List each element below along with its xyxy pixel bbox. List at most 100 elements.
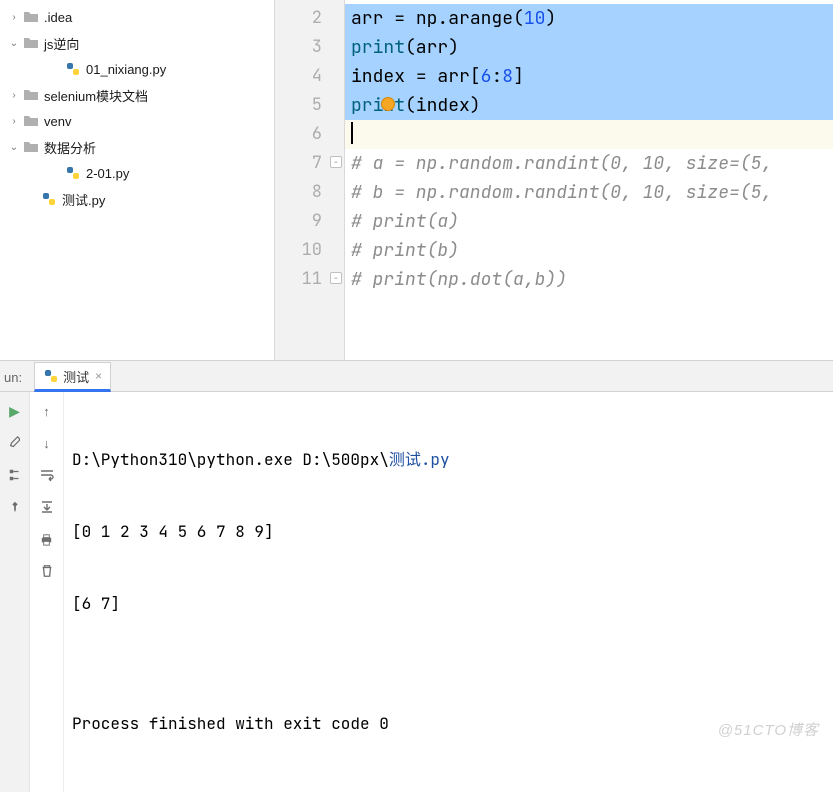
watermark: @51CTO博客: [718, 719, 819, 740]
line-number[interactable]: 5: [275, 91, 344, 120]
output-line: [6 7]: [72, 592, 825, 616]
code-content[interactable]: arr = np.arange(10)print(arr)index = arr…: [345, 0, 833, 360]
folder-icon: [22, 112, 40, 130]
code-line[interactable]: # b = np.random.randint(0, 10, size=(5,: [345, 178, 833, 207]
tree-item-label: 数据分析: [44, 138, 96, 157]
tree-item-folder[interactable]: › venv: [0, 108, 274, 134]
code-token: (: [513, 7, 524, 30]
run-toolbar-inner: ↑ ↓: [30, 392, 64, 792]
tree-item-label: 测试.py: [62, 190, 105, 209]
code-token: 8: [502, 65, 513, 88]
run-panel-label: un:: [4, 370, 32, 391]
code-token: # print(a): [351, 210, 459, 233]
code-line[interactable]: # print(a): [345, 207, 833, 236]
structure-button[interactable]: [4, 464, 26, 486]
tree-item-folder[interactable]: ⌄ js逆向: [0, 30, 274, 56]
python-icon: [43, 368, 59, 384]
settings-button[interactable]: [4, 432, 26, 454]
output-cmd-file: 测试.py: [389, 449, 450, 470]
down-button[interactable]: ↓: [36, 432, 58, 454]
expand-arrow-icon[interactable]: ›: [6, 90, 22, 101]
code-token: =: [394, 7, 405, 30]
code-token: np: [405, 7, 437, 30]
python-file-icon: [64, 164, 82, 182]
code-line[interactable]: # print(np.dot(a,b)): [345, 265, 833, 294]
fold-icon[interactable]: −: [330, 272, 342, 284]
code-token: :: [491, 65, 502, 88]
folder-icon: [22, 34, 40, 52]
tree-item-label: selenium模块文档: [44, 86, 148, 105]
tree-item-label: venv: [44, 114, 71, 129]
tree-item-folder[interactable]: › .idea: [0, 4, 274, 30]
run-header: un: 测试 ×: [0, 361, 833, 392]
code-token: # b = np.random.randint(0, 10, size=(5,: [351, 181, 772, 204]
run-tab-label: 测试: [63, 367, 89, 386]
line-number[interactable]: 8: [275, 178, 344, 207]
run-tab[interactable]: 测试 ×: [34, 362, 111, 392]
scroll-to-end-button[interactable]: [36, 496, 58, 518]
code-line[interactable]: arr = np.arange(10): [345, 4, 833, 33]
rerun-button[interactable]: ▶: [4, 400, 26, 422]
run-toolbar-left: ▶: [0, 392, 30, 792]
code-token: arange: [448, 7, 513, 30]
output-line: Process finished with exit code 0: [72, 712, 825, 736]
expand-arrow-icon[interactable]: ›: [6, 116, 22, 127]
close-icon[interactable]: ×: [95, 369, 102, 383]
intention-bulb-icon[interactable]: [381, 97, 395, 111]
tree-item-file[interactable]: ·测试.py: [0, 186, 274, 212]
line-number[interactable]: 10: [275, 236, 344, 265]
expand-arrow-icon[interactable]: ⌄: [6, 38, 22, 49]
line-number[interactable]: 2: [275, 4, 344, 33]
code-token: index: [351, 65, 416, 88]
folder-icon: [22, 138, 40, 156]
code-line[interactable]: print(arr): [345, 33, 833, 62]
tree-item-label: 2-01.py: [86, 166, 129, 181]
delete-button[interactable]: [36, 560, 58, 582]
code-token: 6: [481, 65, 492, 88]
code-line[interactable]: [345, 120, 833, 149]
line-number[interactable]: 9: [275, 207, 344, 236]
line-gutter: 234567−891011−: [275, 0, 345, 360]
line-number[interactable]: 7−: [275, 149, 344, 178]
output-cmd-prefix: D:\Python310\python.exe D:\500px\: [72, 449, 389, 470]
tree-item-folder[interactable]: ⌄ 数据分析: [0, 134, 274, 160]
project-tree[interactable]: › .idea ⌄ js逆向 ·01_nixiang.py › selenium模块文档 › v…: [0, 0, 275, 360]
soft-wrap-button[interactable]: [36, 464, 58, 486]
expand-arrow-icon[interactable]: ›: [6, 12, 22, 23]
code-token: (index): [405, 94, 481, 117]
line-number[interactable]: 4: [275, 62, 344, 91]
code-line[interactable]: index = arr[6:8]: [345, 62, 833, 91]
code-token: =: [416, 65, 427, 88]
tree-item-label: .idea: [44, 10, 72, 25]
tree-item-file[interactable]: ·2-01.py: [0, 160, 274, 186]
print-button[interactable]: [36, 528, 58, 550]
code-token: arr[: [427, 65, 481, 88]
tree-item-folder[interactable]: › selenium模块文档: [0, 82, 274, 108]
code-line[interactable]: print(index): [345, 91, 833, 120]
code-token: ]: [513, 65, 524, 88]
code-token: (arr): [405, 36, 459, 59]
tree-item-label: 01_nixiang.py: [86, 62, 166, 77]
code-editor[interactable]: 234567−891011− arr = np.arange(10)print(…: [275, 0, 833, 360]
tree-item-file[interactable]: ·01_nixiang.py: [0, 56, 274, 82]
line-number[interactable]: 3: [275, 33, 344, 62]
text-caret: [351, 122, 353, 144]
code-token: # print(b): [351, 239, 459, 262]
line-number[interactable]: 11−: [275, 265, 344, 294]
code-token: .: [437, 7, 448, 30]
code-line[interactable]: # print(b): [345, 236, 833, 265]
fold-icon[interactable]: −: [330, 156, 342, 168]
code-token: # a = np.random.randint(0, 10, size=(5,: [351, 152, 772, 175]
run-panel: un: 测试 × ▶ ↑ ↓: [0, 360, 833, 758]
pin-button[interactable]: [4, 496, 26, 518]
code-token: print: [351, 36, 405, 59]
python-file-icon: [40, 190, 58, 208]
expand-arrow-icon[interactable]: ⌄: [6, 142, 22, 153]
folder-icon: [22, 8, 40, 26]
folder-icon: [22, 86, 40, 104]
line-number[interactable]: 6: [275, 120, 344, 149]
up-button[interactable]: ↑: [36, 400, 58, 422]
code-line[interactable]: # a = np.random.randint(0, 10, size=(5,: [345, 149, 833, 178]
output-line: [0 1 2 3 4 5 6 7 8 9]: [72, 520, 825, 544]
tree-item-label: js逆向: [44, 34, 79, 53]
